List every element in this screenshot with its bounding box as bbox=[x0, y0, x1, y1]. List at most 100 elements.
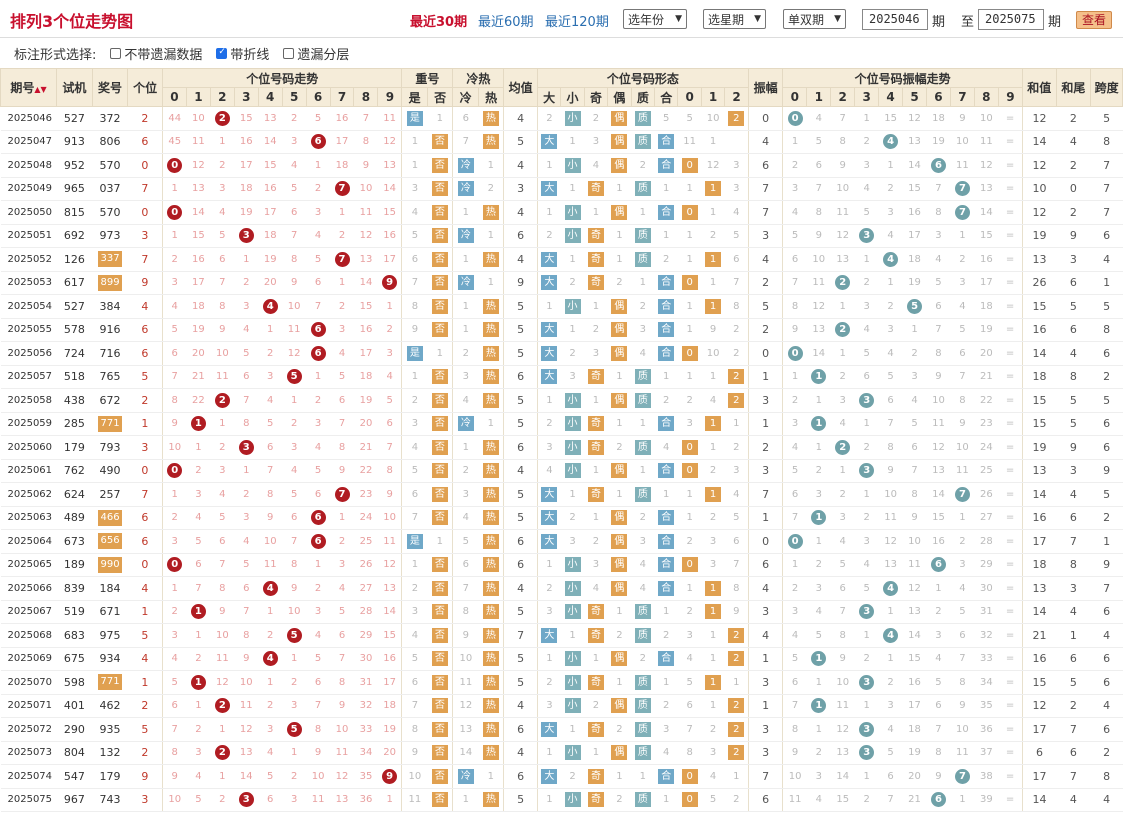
form-cell: 4 bbox=[724, 482, 749, 507]
trend-cell: 6 bbox=[234, 365, 259, 389]
sum-cell: 15 bbox=[1022, 670, 1057, 695]
form-cell: 奇 bbox=[584, 623, 608, 648]
span-cell: 4 bbox=[1090, 247, 1123, 272]
form-cell: 小 bbox=[560, 224, 585, 248]
unit-cell: 4 bbox=[127, 576, 163, 601]
amp-trend-cell: 12 bbox=[830, 224, 855, 248]
checkbox-layered[interactable] bbox=[283, 47, 295, 59]
form-cell: 偶 bbox=[607, 153, 632, 178]
amp-trend-cell: 11 bbox=[926, 412, 951, 436]
coldhot-cell: 1 bbox=[478, 271, 505, 295]
form-cell: 偶 bbox=[607, 200, 632, 225]
form-cell: 合 bbox=[654, 459, 678, 483]
coldhot-cell: 冷 bbox=[452, 224, 479, 248]
amp-trend-cell: 1 bbox=[830, 294, 855, 319]
form-cell: 2 bbox=[631, 153, 655, 178]
to-period-input[interactable]: 2025075 bbox=[978, 9, 1044, 30]
avg-cell: 6 bbox=[503, 717, 538, 742]
from-period-input[interactable]: 2025046 bbox=[862, 9, 928, 30]
coldhot-cell: 冷 bbox=[452, 412, 479, 436]
amp-trend-cell: 38 bbox=[974, 764, 999, 789]
amp-trend-cell: 3 bbox=[854, 224, 879, 248]
repeat-tag: 否 bbox=[431, 627, 448, 643]
amp-trend-cell: = bbox=[998, 694, 1023, 718]
option-polyline[interactable]: 带折线 bbox=[216, 44, 269, 63]
coldhot-cell: 14 bbox=[452, 741, 479, 765]
test-cell: 617 bbox=[56, 271, 93, 295]
sum-cell: 17 bbox=[1022, 529, 1057, 554]
repeat-cell: 否 bbox=[427, 271, 454, 295]
amp-cell: 5 bbox=[748, 294, 784, 319]
trend-cell: 15 bbox=[377, 623, 403, 648]
range-120-link[interactable]: 最近120期 bbox=[545, 11, 609, 30]
form-cell: 2 bbox=[724, 788, 749, 812]
repeat-tag: 是 bbox=[406, 533, 423, 549]
year-select[interactable]: 选年份 ▼ bbox=[623, 9, 687, 29]
form-cell: 0 bbox=[677, 341, 702, 366]
repeat-cell: 否 bbox=[427, 694, 454, 718]
form-cell: 6 bbox=[677, 694, 702, 718]
amp-trend-cell: 5 bbox=[782, 459, 807, 483]
trend-cell: 1 bbox=[330, 200, 354, 225]
period-cell: 2025056 bbox=[0, 341, 57, 366]
coldhot-cell: 热 bbox=[478, 647, 505, 671]
amp-trend-cell: 13 bbox=[830, 741, 855, 765]
trend-cell: 3 bbox=[162, 271, 187, 295]
range-30-link[interactable]: 最近30期 bbox=[410, 11, 467, 30]
amp-trend-cell: 7 bbox=[950, 764, 975, 789]
amp-trend-cell: 18 bbox=[926, 106, 951, 131]
form-tag: 0 bbox=[681, 439, 698, 455]
trend-cell: 5 bbox=[377, 388, 403, 413]
amp-trend-cell: 3 bbox=[878, 318, 903, 342]
trend-cell: 1 bbox=[210, 717, 235, 742]
amp-trend-cell: = bbox=[998, 200, 1023, 225]
span-cell: 9 bbox=[1090, 459, 1123, 483]
query-button[interactable]: 查看 bbox=[1076, 11, 1112, 29]
week-select[interactable]: 选星期 ▼ bbox=[703, 9, 766, 29]
amp-hit-ball: 3 bbox=[859, 745, 875, 761]
trend-cell: 3 bbox=[234, 506, 259, 530]
trend-cell: 3 bbox=[306, 412, 331, 436]
coldhot-cell: 冷 bbox=[452, 764, 479, 789]
range-60-link[interactable]: 最近60期 bbox=[478, 11, 534, 30]
form-tag: 大 bbox=[541, 486, 558, 502]
repeat-cell: 否 bbox=[427, 177, 454, 201]
test-cell: 189 bbox=[56, 553, 93, 577]
amp-trend-cell: 12 bbox=[902, 106, 927, 131]
checkbox-polyline[interactable] bbox=[216, 47, 228, 59]
header-period[interactable]: 期号▲▼ bbox=[0, 68, 58, 107]
form-cell: 1 bbox=[701, 247, 725, 272]
form-cell: 1 bbox=[537, 153, 561, 178]
option-layered[interactable]: 遗漏分层 bbox=[283, 44, 349, 63]
form-cell: 合 bbox=[654, 294, 678, 319]
amp-trend-cell: 7 bbox=[926, 717, 951, 742]
form-cell: 大 bbox=[537, 341, 561, 366]
form-cell bbox=[724, 130, 749, 154]
trend-cell: 1 bbox=[186, 412, 211, 436]
unit-cell: 6 bbox=[127, 506, 163, 530]
span-cell: 4 bbox=[1090, 623, 1123, 648]
repeat-cell: 7 bbox=[401, 506, 428, 530]
form-cell: 2 bbox=[584, 106, 608, 131]
trend-cell: 3 bbox=[258, 717, 283, 742]
form-tag: 小 bbox=[564, 204, 581, 220]
draw-cell: 672 bbox=[92, 388, 128, 413]
sum-tail-cell: 5 bbox=[1056, 670, 1091, 695]
test-cell: 815 bbox=[56, 200, 93, 225]
amp-trend-cell: = bbox=[998, 717, 1023, 742]
test-cell: 724 bbox=[56, 341, 93, 366]
parity-select[interactable]: 单双期 ▼ bbox=[783, 9, 846, 29]
checkbox-no-miss[interactable] bbox=[110, 47, 122, 59]
amp-trend-cell: 7 bbox=[782, 506, 807, 530]
trend-cell: 14 bbox=[186, 200, 211, 225]
form-cell: 2 bbox=[724, 435, 749, 460]
amp-trend-cell: 3 bbox=[806, 482, 831, 507]
amp-trend-cell: 19 bbox=[926, 130, 951, 154]
form-cell: 9 bbox=[701, 318, 725, 342]
amp-trend-cell: = bbox=[998, 482, 1023, 507]
coldhot-cell: 热 bbox=[478, 741, 505, 765]
header-coldhot-1: 热 bbox=[477, 87, 505, 107]
sum-tail-cell: 6 bbox=[1056, 647, 1091, 671]
option-no-miss[interactable]: 不带遗漏数据 bbox=[110, 44, 202, 63]
test-cell: 527 bbox=[56, 294, 93, 319]
